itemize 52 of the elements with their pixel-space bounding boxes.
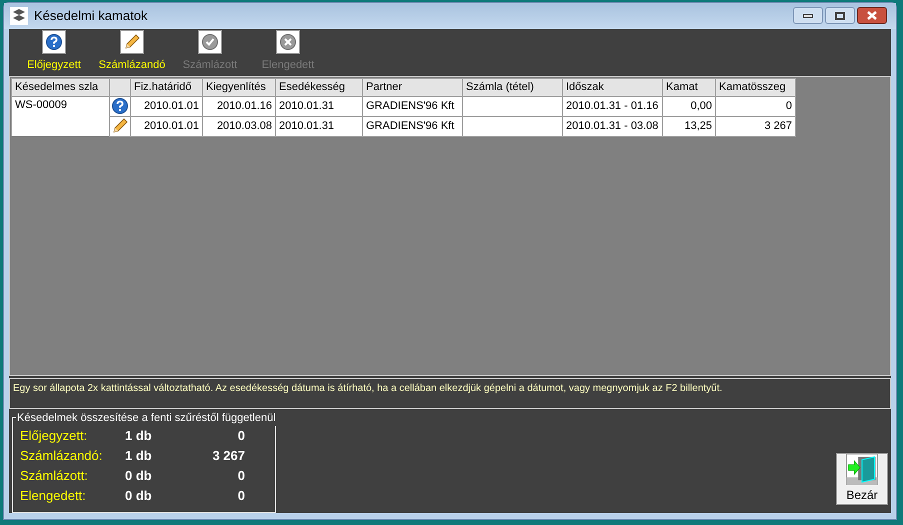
window-title: Késedelmi kamatok [34,7,148,26]
summary-amount: 0 [236,487,245,506]
table-cell: GRADIENS'96 Kft [362,96,462,116]
table-cell: 2010.01.01 [130,116,202,136]
question-icon [46,34,62,50]
column-header[interactable]: Kamatösszeg [716,78,796,96]
minimize-button[interactable] [793,7,823,24]
column-header[interactable]: Időszak [562,78,662,96]
summary-count: 0 db [125,487,153,506]
pencil-icon [124,34,140,50]
summary-count: 0 db [125,467,153,486]
check-icon [202,34,218,50]
cross-icon [280,34,296,50]
column-header[interactable]: Számla (tétel) [462,78,562,96]
table-cell: 2010.01.31 [276,116,362,136]
summary-label: Számlázott: [20,467,89,486]
table-cell: 3 267 [716,116,796,136]
maximize-button[interactable] [825,7,855,24]
table-cell: 2010.01.31 [276,96,362,116]
summary-title: Késedelmek összesítése a fenti szűréstől függetlenül [16,410,277,426]
table-cell: 2010.03.08 [202,116,276,136]
table-cell: 2010.01.31 - 03.08 [562,116,662,136]
hint-text: Egy sor állapota 2x kattintással változtatható. Az esedékesség dátuma is átírható, ha a cellában elkezdjük gépelni a dátumot, vagy megnyomjuk az F2 billentyűt. [13,382,724,396]
door-exit-icon [846,454,878,485]
toolbar-button[interactable]: Előjegyzett [15,30,93,74]
summary-count: 1 db [125,447,153,466]
summary-label: Számlázandó: [20,447,104,466]
summary-label: Előjegyzett: [20,427,88,446]
close-icon [866,11,878,20]
summary-count: 1 db [125,427,153,446]
column-header[interactable]: Fiz.határidő [130,78,202,96]
table-cell: 0,00 [662,96,716,116]
column-header[interactable]: Kamat [662,78,716,96]
table-cell: 2010.01.31 - 01.16 [562,96,662,116]
table-cell: 2010.01.16 [202,96,276,116]
table-cell: 0 [716,96,796,116]
summary-amount: 0 [236,427,245,446]
column-header[interactable]: Esedékesség [276,78,362,96]
table-cell: 2010.01.01 [130,96,202,116]
app-icon [10,6,28,25]
close-button[interactable] [857,7,887,24]
column-header[interactable]: Késedelmes szla [12,78,110,96]
column-header[interactable]: Partner [362,78,462,96]
close-door-button[interactable]: Bezár [836,452,888,505]
summary-label: Elengedett: [20,487,87,506]
table-cell: GRADIENS'96 Kft [362,116,462,136]
column-header[interactable]: Kiegyenlítés [202,78,276,96]
table-cell: WS-00009 [12,96,110,116]
table-cell: 13,25 [662,116,716,136]
summary-amount: 3 267 [211,447,245,466]
summary-amount: 0 [236,467,245,486]
toolbar-button[interactable]: Számlázandó [93,30,171,74]
